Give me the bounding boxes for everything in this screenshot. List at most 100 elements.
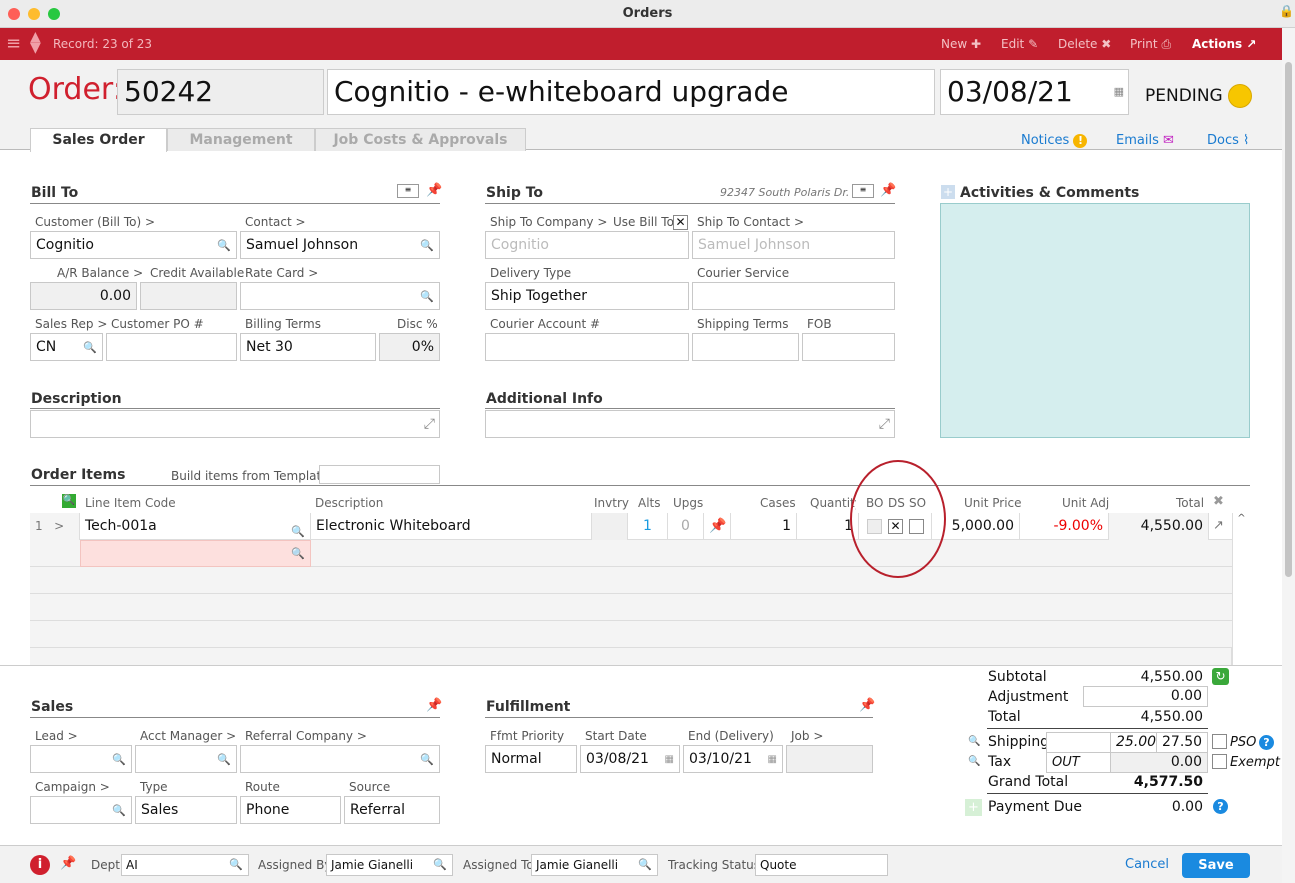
grid-scrollbar[interactable]: ^ bbox=[1232, 513, 1250, 665]
description-input[interactable]: ⤢ bbox=[30, 410, 440, 438]
minimize-window-button[interactable] bbox=[28, 8, 40, 20]
billing-terms-input[interactable]: Net 30 bbox=[240, 333, 376, 361]
search-items-icon[interactable]: 🔍 bbox=[62, 494, 76, 508]
tab-job-costs[interactable]: Job Costs & Approvals bbox=[315, 128, 526, 151]
pin-icon[interactable]: 📌 bbox=[704, 513, 731, 540]
new-line-item-input[interactable]: 🔍 bbox=[80, 540, 311, 567]
search-icon[interactable]: 🔍 bbox=[433, 855, 447, 875]
scrollbar-thumb[interactable] bbox=[1285, 62, 1292, 577]
search-icon[interactable]: 🔍 bbox=[112, 747, 126, 772]
record-nav-arrows-icon[interactable]: ▲ ▼ bbox=[30, 30, 41, 55]
additional-info-input[interactable]: ⤢ bbox=[485, 410, 895, 438]
end-date-input[interactable]: 03/10/21 ▦ bbox=[683, 745, 783, 773]
contact-input[interactable]: Samuel Johnson 🔍 bbox=[240, 231, 440, 259]
new-button[interactable]: New ✚ bbox=[941, 37, 981, 51]
calendar-icon[interactable]: ▦ bbox=[665, 747, 674, 772]
refresh-icon[interactable]: ↻ bbox=[1212, 668, 1229, 685]
adjustment-input[interactable]: 0.00 bbox=[1083, 686, 1208, 707]
zoom-window-button[interactable] bbox=[48, 8, 60, 20]
notices-link[interactable]: Notices ! bbox=[1021, 133, 1088, 148]
pin-icon[interactable]: 📌 bbox=[880, 183, 896, 198]
close-window-button[interactable] bbox=[8, 8, 20, 20]
cancel-button[interactable]: Cancel bbox=[1125, 857, 1169, 872]
notes-icon[interactable]: ≡ bbox=[852, 184, 874, 198]
pin-icon[interactable]: 📌 bbox=[859, 698, 875, 713]
tab-sales-order[interactable]: Sales Order bbox=[30, 128, 167, 152]
referral-company-input[interactable]: 🔍 bbox=[240, 745, 440, 773]
order-title-input[interactable]: Cognitio - e-whiteboard upgrade bbox=[327, 69, 935, 115]
save-button[interactable]: Save bbox=[1182, 853, 1250, 878]
tracking-status-select[interactable]: Quote bbox=[755, 854, 888, 876]
customer-label[interactable]: Customer (Bill To) > bbox=[35, 215, 155, 229]
search-icon[interactable]: 🔍 bbox=[968, 756, 980, 767]
line-item-code-cell[interactable]: Tech-001a 🔍 bbox=[80, 513, 311, 540]
tax-code-input[interactable]: OUT bbox=[1046, 752, 1111, 773]
edit-button[interactable]: Edit ✎ bbox=[1001, 37, 1038, 51]
type-select[interactable]: Sales bbox=[135, 796, 237, 824]
print-button[interactable]: Print ⎙ bbox=[1130, 37, 1171, 52]
expand-icon[interactable]: ⤢ bbox=[424, 411, 435, 437]
assigned-by-input[interactable]: Jamie Gianelli 🔍 bbox=[326, 854, 453, 876]
help-icon[interactable]: ? bbox=[1213, 799, 1228, 814]
sales-rep-label[interactable]: Sales Rep > bbox=[35, 317, 107, 331]
add-payment-icon[interactable]: + bbox=[965, 799, 982, 816]
calendar-icon[interactable]: ▦ bbox=[768, 747, 777, 772]
rate-card-input[interactable]: 🔍 bbox=[240, 282, 440, 310]
order-date-input[interactable]: 03/08/21 ▦ bbox=[940, 69, 1129, 115]
activities-panel[interactable] bbox=[940, 203, 1250, 438]
route-select[interactable]: Phone bbox=[240, 796, 341, 824]
row-expand-icon[interactable]: > bbox=[54, 519, 64, 533]
upgs-cell[interactable]: 0 bbox=[668, 513, 704, 540]
search-icon[interactable]: 🔍 bbox=[217, 233, 231, 258]
calendar-icon[interactable]: ▦ bbox=[1114, 70, 1124, 114]
expand-icon[interactable]: ⤢ bbox=[879, 411, 890, 437]
search-icon[interactable]: 🔍 bbox=[638, 855, 652, 875]
pin-icon[interactable]: 📌 bbox=[426, 183, 442, 198]
courier-account-input[interactable] bbox=[485, 333, 689, 361]
assigned-to-input[interactable]: Jamie Gianelli 🔍 bbox=[531, 854, 658, 876]
search-icon[interactable]: 🔍 bbox=[968, 736, 980, 747]
shipping-input[interactable]: 27.50 bbox=[1156, 732, 1208, 753]
ship-contact-input[interactable]: Samuel Johnson bbox=[692, 231, 895, 259]
pin-icon[interactable]: 📌 bbox=[426, 698, 442, 713]
search-icon[interactable]: 🔍 bbox=[217, 747, 231, 772]
search-icon[interactable]: 🔍 bbox=[83, 335, 97, 360]
tab-management[interactable]: Management bbox=[167, 128, 315, 151]
open-item-icon[interactable]: ↗ bbox=[1213, 518, 1224, 533]
template-input[interactable] bbox=[319, 465, 440, 484]
start-date-input[interactable]: 03/08/21 ▦ bbox=[580, 745, 680, 773]
add-activity-icon[interactable]: + bbox=[941, 185, 955, 199]
search-icon[interactable]: 🔍 bbox=[420, 747, 434, 772]
fob-input[interactable] bbox=[802, 333, 895, 361]
search-icon[interactable]: 🔍 bbox=[229, 855, 243, 875]
docs-link[interactable]: Docs ⌇ bbox=[1207, 133, 1249, 148]
notes-icon[interactable]: ≡ bbox=[397, 184, 419, 198]
ar-balance-label[interactable]: A/R Balance > bbox=[57, 266, 143, 280]
source-select[interactable]: Referral bbox=[344, 796, 440, 824]
contact-label[interactable]: Contact > bbox=[245, 215, 306, 229]
delete-button[interactable]: Delete ✖ bbox=[1058, 37, 1111, 51]
lead-input[interactable]: 🔍 bbox=[30, 745, 132, 773]
help-icon[interactable]: ? bbox=[1259, 735, 1274, 750]
referral-company-label[interactable]: Referral Company > bbox=[245, 729, 367, 743]
sales-rep-input[interactable]: CN 🔍 bbox=[30, 333, 103, 361]
job-label[interactable]: Job > bbox=[791, 729, 823, 743]
info-icon[interactable]: i bbox=[30, 855, 50, 875]
shipping-rate-input[interactable]: 25.00 bbox=[1110, 732, 1157, 753]
use-bill-to-checkbox[interactable]: ✕ bbox=[673, 215, 688, 230]
delivery-type-select[interactable]: Ship Together bbox=[485, 282, 689, 310]
ship-company-label[interactable]: Ship To Company > bbox=[490, 215, 607, 229]
dept-input[interactable]: AI 🔍 bbox=[121, 854, 249, 876]
disc-input[interactable]: 0% bbox=[379, 333, 440, 361]
customer-po-input[interactable] bbox=[106, 333, 237, 361]
campaign-label[interactable]: Campaign > bbox=[35, 780, 110, 794]
shipping-method-input[interactable] bbox=[1046, 732, 1111, 753]
ship-contact-label[interactable]: Ship To Contact > bbox=[697, 215, 804, 229]
courier-service-input[interactable] bbox=[692, 282, 895, 310]
actions-button[interactable]: Actions ↗ bbox=[1192, 37, 1256, 51]
customer-input[interactable]: Cognitio 🔍 bbox=[30, 231, 237, 259]
exempt-checkbox[interactable] bbox=[1212, 754, 1227, 769]
acct-manager-label[interactable]: Acct Manager > bbox=[140, 729, 236, 743]
search-icon[interactable]: 🔍 bbox=[420, 233, 434, 258]
pin-icon[interactable]: 📌 bbox=[60, 856, 76, 871]
